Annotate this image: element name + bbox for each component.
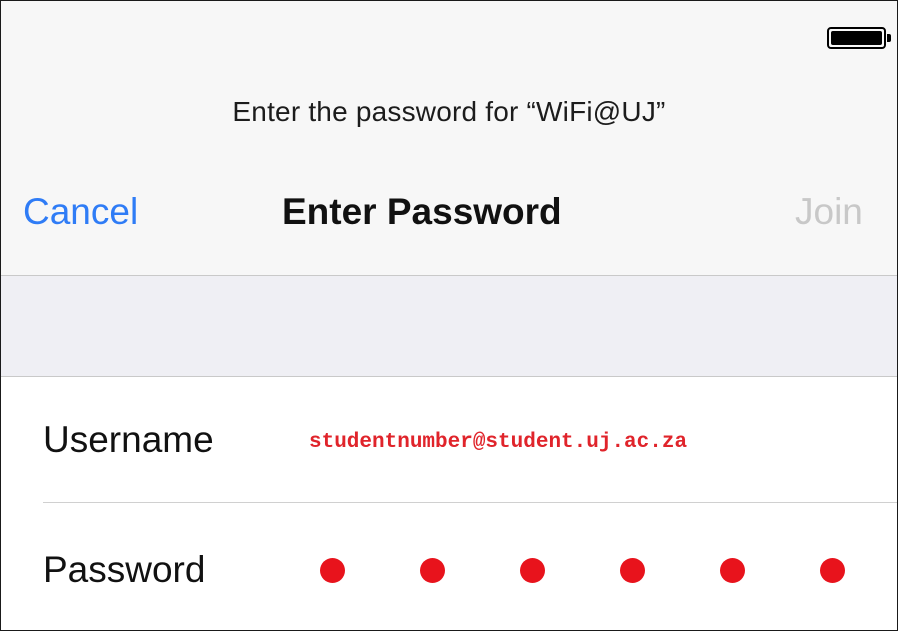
battery-fill <box>831 31 882 45</box>
password-mask-dot <box>320 558 345 583</box>
battery-tip <box>887 34 891 42</box>
password-mask-dot <box>720 558 745 583</box>
password-row[interactable]: Password <box>1 503 897 629</box>
username-field[interactable]: studentnumber@student.uj.ac.za <box>309 431 687 454</box>
password-label: Password <box>43 549 206 590</box>
network-prompt: Enter the password for “WiFi@UJ” <box>232 96 666 127</box>
password-mask-dot <box>520 558 545 583</box>
username-label: Username <box>43 419 214 460</box>
credentials-form: Username studentnumber@student.uj.ac.za … <box>1 377 897 630</box>
nav-title: Enter Password <box>282 191 562 232</box>
join-button[interactable]: Join <box>795 191 863 233</box>
battery-icon <box>827 27 886 49</box>
cancel-button[interactable]: Cancel <box>23 191 138 233</box>
status-bar <box>1 1 897 71</box>
password-mask-dot <box>820 558 845 583</box>
password-field[interactable] <box>320 558 845 583</box>
username-row[interactable]: Username studentnumber@student.uj.ac.za <box>1 377 897 503</box>
section-spacer <box>1 276 897 376</box>
wifi-password-sheet: Enter the password for “WiFi@UJ” Cancel … <box>0 0 898 631</box>
password-mask-dot <box>420 558 445 583</box>
navigation-bar: Cancel Enter Password Join <box>1 171 897 275</box>
password-mask-dot <box>620 558 645 583</box>
